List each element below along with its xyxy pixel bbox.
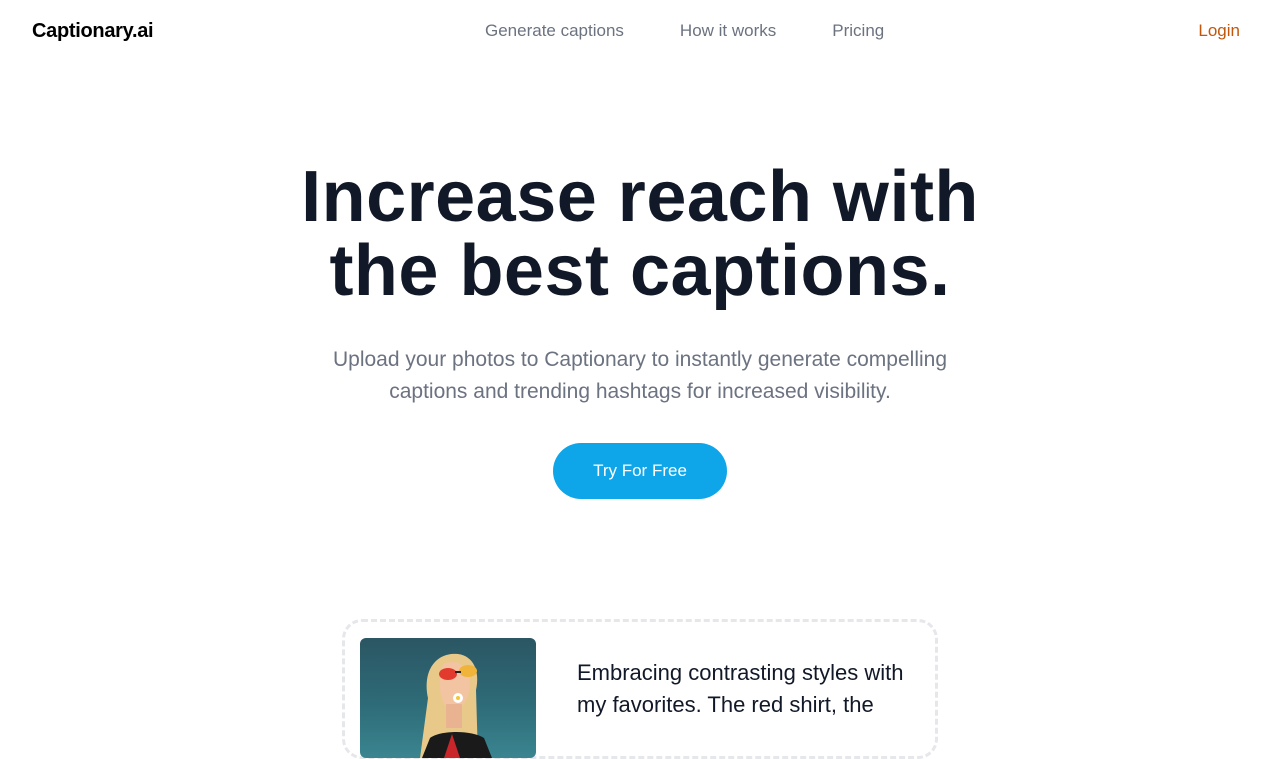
nav-link-how-it-works[interactable]: How it works [680,21,776,41]
hero-title-line: Increase reach with [301,157,979,237]
hero-subtitle-line: captions and trending hashtags for incre… [389,380,891,403]
example-photo [360,638,536,758]
example-caption-text: Embracing contrasting styles with my fav… [577,657,927,721]
hero-title: Increase reach with the best captions. [0,160,1280,308]
hero-title-line: the best captions. [329,231,951,311]
top-nav: Captionary.ai Generate captions How it w… [0,0,1280,64]
nav-link-generate-captions[interactable]: Generate captions [485,21,624,41]
try-for-free-button[interactable]: Try For Free [553,443,727,499]
caption-line: my favorites. The red shirt, the [577,692,874,717]
example-caption-card: Embracing contrasting styles with my fav… [342,619,938,759]
hero-subtitle-line: Upload your photos to Captionary to inst… [332,348,948,371]
portrait-illustration [420,653,492,758]
brand-logo[interactable]: Captionary.ai [32,20,154,43]
login-link[interactable]: Login [1198,21,1240,41]
nav-links: Generate captions How it works Pricing [485,21,884,41]
nav-link-pricing[interactable]: Pricing [832,21,884,41]
caption-line: Embracing contrasting styles with [577,660,904,685]
hero-subtitle: Upload your photos to Captionary to inst… [0,344,1280,408]
